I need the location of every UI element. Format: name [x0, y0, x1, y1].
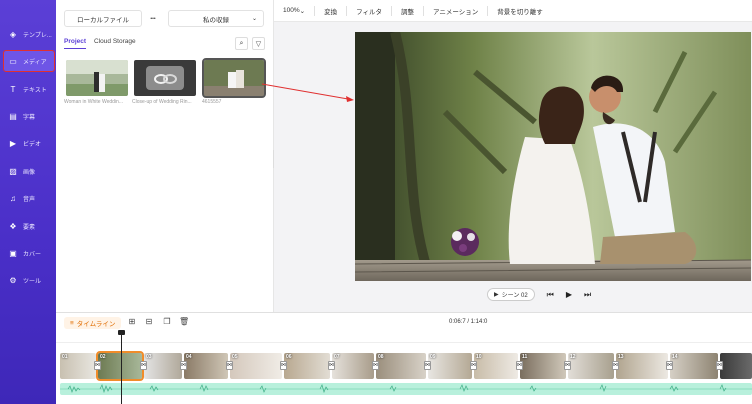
transition-icon[interactable]: ⋈ [470, 361, 477, 370]
transition-icon[interactable]: ⋈ [372, 361, 379, 370]
timeline-label: タイムライン [76, 321, 116, 328]
duplicate-icon[interactable]: ❐ [162, 317, 172, 326]
timeline-clip[interactable]: 07 [332, 353, 374, 379]
transition-icon[interactable]: ⋈ [424, 361, 431, 370]
timeline-timecode: 0:06:7 / 1:14:0 [449, 319, 488, 325]
play-icon[interactable]: ▶ [566, 290, 572, 299]
timeline-clip[interactable]: 01 [60, 353, 96, 379]
audio-track[interactable] [60, 383, 752, 395]
timeline-clip[interactable]: 06 [284, 353, 330, 379]
previous-icon[interactable]: ⏮ [547, 290, 554, 300]
transition-icon[interactable]: ⋈ [140, 361, 147, 370]
transition-icon[interactable]: ⋈ [716, 361, 723, 370]
timeline-clip[interactable] [720, 353, 752, 379]
player-controls: ▶ シーン 02 ⏮ ▶ ⏭ [487, 288, 591, 301]
delete-icon[interactable]: 🗑 [179, 317, 189, 326]
add-clip-icon[interactable]: ⊞ [127, 317, 137, 326]
next-icon[interactable]: ⏭ [584, 290, 591, 300]
timeline-clip[interactable]: 03 [144, 353, 182, 379]
scene-label: シーン 02 [501, 293, 528, 299]
timeline-clip[interactable]: 12 [568, 353, 614, 379]
timeline-icon: ≡ [70, 319, 74, 327]
transition-icon[interactable]: ⋈ [612, 361, 619, 370]
timeline-ruler [56, 333, 752, 343]
scene-selector[interactable]: ▶ シーン 02 [487, 288, 535, 301]
play-small-icon: ▶ [494, 292, 499, 298]
timeline-clip[interactable]: 05 [230, 353, 282, 379]
transition-icon[interactable]: ⋈ [516, 361, 523, 370]
split-icon[interactable]: ⊟ [144, 317, 154, 326]
timeline-toggle-button[interactable]: ≡ タイムライン [64, 317, 122, 329]
transition-icon[interactable]: ⋈ [94, 361, 101, 370]
timeline-clip[interactable]: 08 [376, 353, 426, 379]
timeline-clip[interactable]: 11 [520, 353, 566, 379]
transition-icon[interactable]: ⋈ [328, 361, 335, 370]
transition-icon[interactable]: ⋈ [564, 361, 571, 370]
audio-waveform [60, 384, 752, 394]
transition-icon[interactable]: ⋈ [666, 361, 673, 370]
video-track: 01 02 03 04 05 06 07 08 09 10 11 12 13 1… [60, 351, 752, 381]
playhead[interactable] [121, 331, 122, 404]
transition-icon[interactable]: ⋈ [180, 361, 187, 370]
transition-icon[interactable]: ⋈ [280, 361, 287, 370]
timeline-clip[interactable]: 14 [670, 353, 718, 379]
timeline-clip-selected[interactable]: 02 [96, 351, 144, 381]
timeline-clip[interactable]: 13 [616, 353, 668, 379]
timeline-clip[interactable]: 04 [184, 353, 228, 379]
transition-icon[interactable]: ⋈ [226, 361, 233, 370]
timeline-clip[interactable]: 09 [428, 353, 472, 379]
timeline-clip[interactable]: 10 [474, 353, 518, 379]
timeline-panel: ≡ タイムライン ⊞ ⊟ ❐ 🗑 0:06:7 / 1:14:0 01 02 0… [56, 312, 752, 404]
